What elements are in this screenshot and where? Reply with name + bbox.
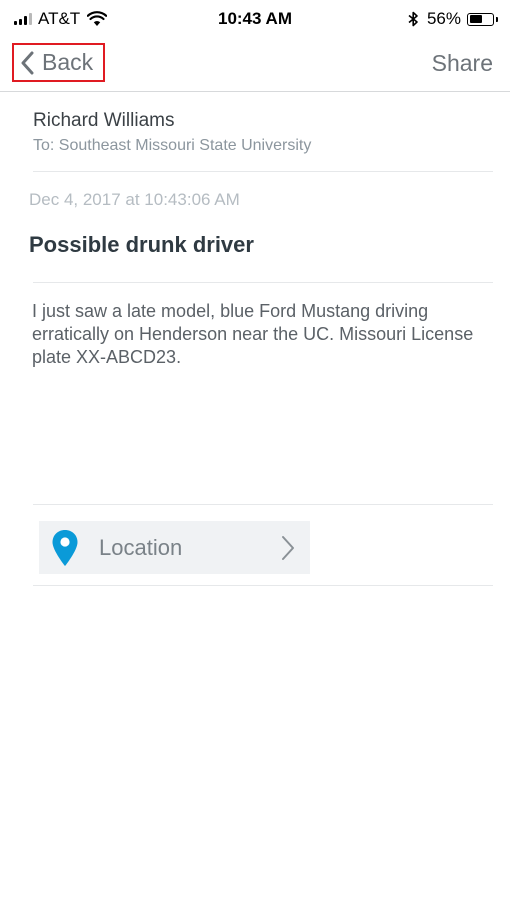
message-detail-screen: AT&T 10:43 AM 56% Back Share Richard Wil… (0, 0, 510, 909)
battery-icon (467, 12, 494, 26)
back-label: Back (42, 49, 94, 75)
back-button[interactable]: Back (12, 43, 105, 82)
chevron-right-icon (282, 535, 294, 560)
status-right: 56% (408, 9, 498, 29)
divider (33, 282, 493, 283)
location-label: Location (99, 534, 183, 560)
message-timestamp: Dec 4, 2017 at 10:43:06 AM (29, 190, 240, 209)
map-pin-icon (52, 529, 78, 566)
battery-percent: 56% (426, 9, 461, 28)
bluetooth-icon (408, 11, 418, 27)
battery-level (469, 15, 482, 23)
divider (33, 171, 493, 172)
sender-name: Richard Williams (33, 110, 175, 131)
chevron-left-icon (21, 51, 34, 74)
sender-block: Richard Williams To: Southeast Missouri … (33, 110, 493, 155)
divider (33, 585, 493, 586)
status-bar: AT&T 10:43 AM 56% (0, 0, 510, 40)
battery-cap (496, 16, 498, 22)
message-body: I just saw a late model, blue Ford Musta… (32, 301, 474, 367)
navigation-bar: Back Share (0, 40, 510, 92)
divider (33, 504, 493, 505)
location-button[interactable]: Location (39, 521, 310, 574)
recipient-line: To: Southeast Missouri State University (33, 137, 312, 154)
message-subject: Possible drunk driver (29, 232, 254, 257)
share-button[interactable]: Share (432, 50, 493, 77)
